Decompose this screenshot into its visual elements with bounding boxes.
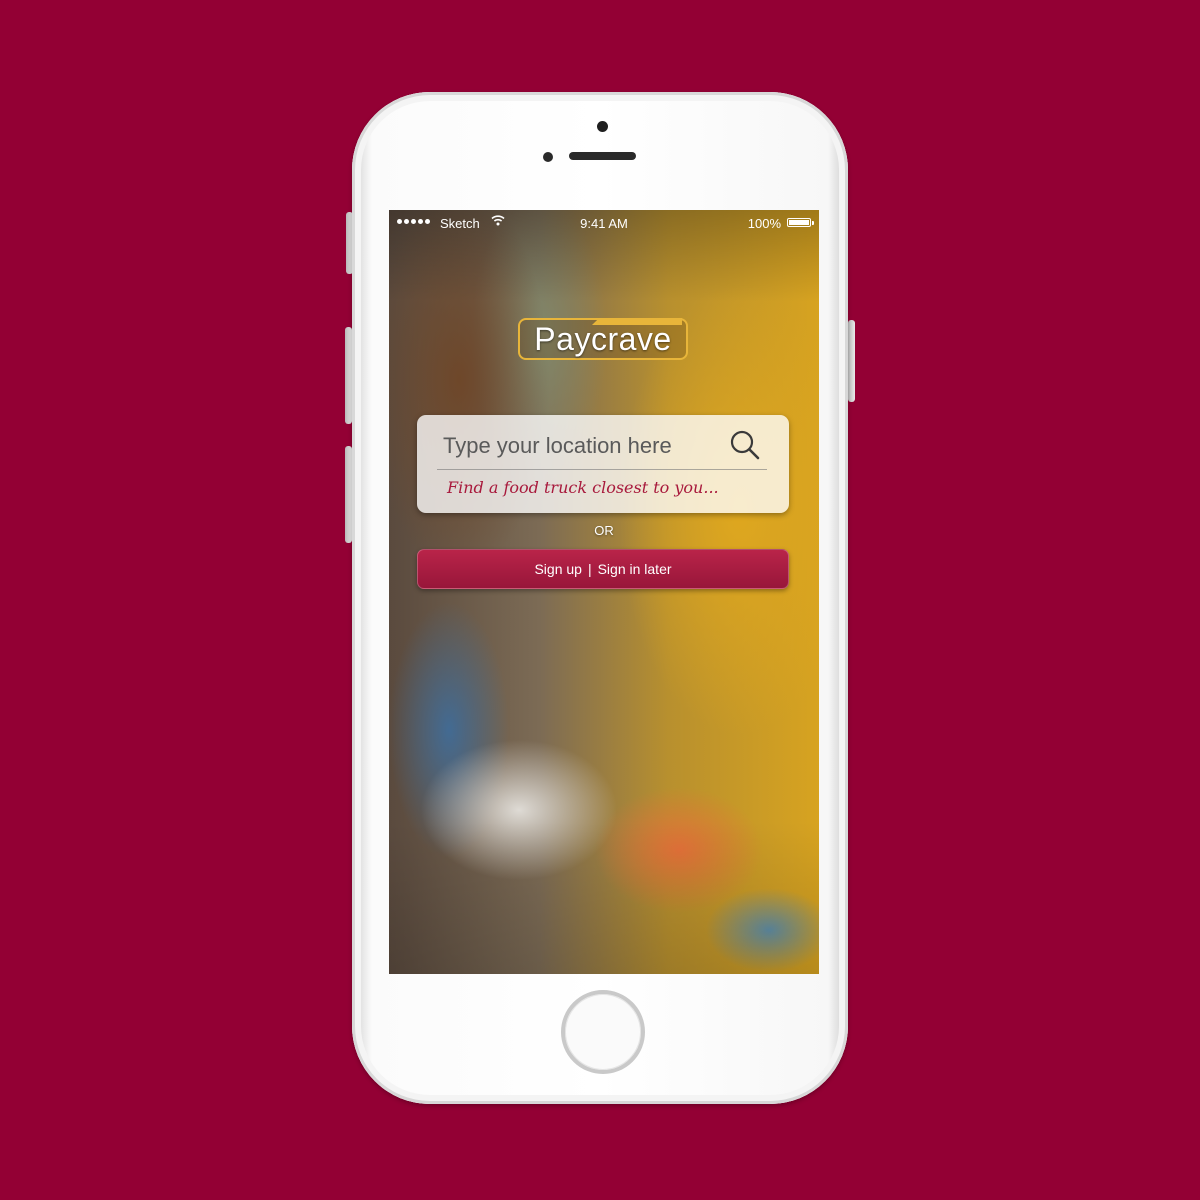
auth-separator: | (587, 561, 592, 577)
battery-percentage: 100% (747, 216, 781, 231)
paycrave-logo: Paycrave (518, 318, 688, 360)
search-divider (437, 469, 767, 470)
location-search-card: Find a food truck closest to you... (417, 415, 789, 513)
home-button[interactable] (561, 990, 645, 1074)
sign-up-sign-in-later-button[interactable]: Sign up | Sign in later (417, 549, 789, 589)
search-tagline: Find a food truck closest to you... (447, 478, 719, 497)
logo-text: Paycrave (534, 321, 672, 357)
battery-level (789, 220, 809, 225)
location-search-input[interactable] (437, 429, 729, 463)
battery-tip (812, 221, 814, 225)
volume-up-button (345, 327, 352, 424)
power-button (848, 320, 855, 402)
earpiece-speaker (569, 152, 636, 160)
sign-up-link[interactable]: Sign up (534, 561, 581, 577)
front-camera (597, 121, 608, 132)
app-screen: Sketch 9:41 AM 100% Paycrave Type your l… (389, 210, 819, 974)
proximity-sensor (543, 152, 553, 162)
search-icon[interactable] (727, 427, 763, 463)
or-divider-text: OR (594, 523, 614, 538)
volume-down-button (345, 446, 352, 543)
page-background: Sketch 9:41 AM 100% Paycrave Type your l… (0, 0, 1200, 1200)
battery-icon (787, 218, 811, 227)
sign-in-later-link[interactable]: Sign in later (598, 561, 672, 577)
status-bar: Sketch 9:41 AM 100% (389, 210, 819, 236)
